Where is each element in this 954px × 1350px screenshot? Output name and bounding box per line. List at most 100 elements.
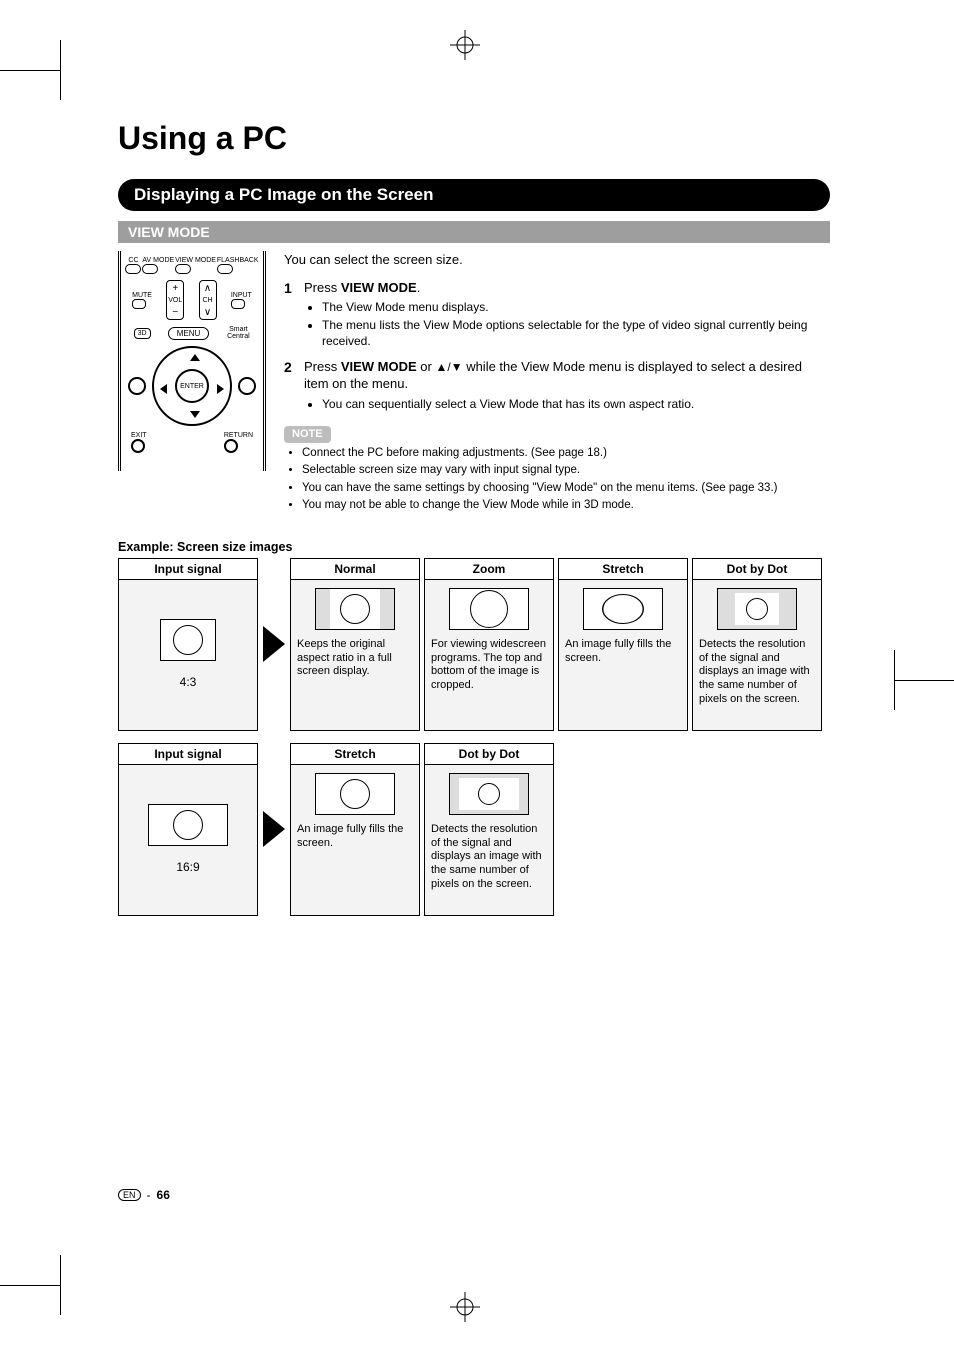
cell-header: Input signal (119, 559, 257, 580)
cell-header: Stretch (291, 744, 419, 765)
step-number: 2 (284, 358, 292, 377)
arrow-up-icon (190, 354, 200, 361)
stretch-screen-icon (583, 588, 663, 630)
note-item: You may not be able to change the View M… (302, 498, 830, 514)
registration-mark-top-icon (450, 30, 480, 60)
input-button-icon (231, 299, 245, 309)
example-title: Example: Screen size images (118, 540, 830, 554)
mute-button-icon (132, 299, 146, 309)
cc-button-icon (125, 264, 141, 274)
viewmode-button-icon (175, 264, 191, 274)
step-text-frag: . (417, 280, 421, 295)
signal-label: 16:9 (176, 860, 199, 874)
crop-mark-icon (0, 70, 60, 71)
remote-label: VIEW MODE (175, 257, 216, 264)
arrow-down-icon (190, 411, 200, 418)
crop-mark-icon (894, 650, 895, 710)
step-number: 1 (284, 279, 292, 298)
remote-label: Smart Central (226, 326, 250, 340)
step-text-frag: Press (304, 280, 341, 295)
remote-label: RETURN (224, 432, 253, 439)
arrow-sep (262, 558, 286, 731)
cell-desc: Keeps the original aspect ratio in a ful… (297, 638, 413, 679)
step-text-bold: VIEW MODE (341, 359, 417, 374)
step-text-frag: or (417, 359, 436, 374)
step-1: 1 Press VIEW MODE. The View Mode menu di… (284, 279, 830, 350)
circle-icon (340, 594, 370, 624)
page-number: 66 (157, 1188, 170, 1202)
smart-ring-icon (238, 377, 256, 395)
screen-43-icon (160, 619, 216, 661)
crop-mark-icon (60, 40, 61, 100)
big-arrow-icon (263, 811, 285, 847)
section-heading: Displaying a PC Image on the Screen (118, 179, 830, 211)
circle-icon (478, 783, 500, 805)
ch-rocker-icon: ∧CH∨ (199, 280, 217, 320)
subsection-heading: VIEW MODE (118, 221, 830, 243)
cell-header: Dot by Dot (425, 744, 553, 765)
vol-rocker-icon: +VOL− (166, 280, 184, 320)
cell-header: Dot by Dot (693, 559, 821, 580)
mode-cell-zoom: Zoom For viewing widescreen programs. Th… (424, 558, 554, 731)
exit-button-icon (131, 439, 145, 453)
step-text-frag: Press (304, 359, 341, 374)
remote-label: VOL (168, 297, 182, 304)
dpad-icon: ENTER (152, 346, 232, 426)
cell-header: Input signal (119, 744, 257, 765)
remote-label: FLASHBACK (217, 257, 259, 264)
menu-button-icon: MENU (168, 327, 210, 340)
registration-mark-bottom-icon (450, 1292, 480, 1322)
step-bullet: The menu lists the View Mode options sel… (322, 317, 830, 349)
example-row-169: Input signal 16:9 Stretch An image fully… (118, 743, 830, 916)
cell-desc: An image fully fills the screen. (297, 823, 413, 851)
mode-cell-dotbydot: Dot by Dot Detects the resolution of the… (424, 743, 554, 916)
note-tag: NOTE (284, 426, 331, 443)
avmode-button-icon (142, 264, 158, 274)
mode-cell-normal: Normal Keeps the original aspect ratio i… (290, 558, 420, 731)
step-2: 2 Press VIEW MODE or ▲/▼ while the View … (284, 358, 830, 412)
ellipse-icon (602, 594, 644, 624)
circle-icon (746, 598, 768, 620)
mode-cell-dotbydot: Dot by Dot Detects the resolution of the… (692, 558, 822, 731)
circle-icon (340, 779, 370, 809)
example-row-43: Input signal 4:3 Normal Keeps the origin… (118, 558, 830, 731)
pillarbox-screen-icon (315, 588, 395, 630)
remote-label: INPUT (231, 292, 252, 299)
remote-label: EXIT (131, 432, 147, 439)
note-item: Selectable screen size may vary with inp… (302, 463, 830, 479)
stretch-screen-icon (315, 773, 395, 815)
three-d-ring-icon (128, 377, 146, 395)
updown-arrows-icon: ▲/▼ (435, 360, 462, 374)
signal-label: 4:3 (180, 675, 197, 689)
cell-header: Stretch (559, 559, 687, 580)
note-item: You can have the same settings by choosi… (302, 481, 830, 497)
dotbydot-screen-icon (717, 588, 797, 630)
crop-mark-icon (60, 1255, 61, 1315)
remote-label: CH (202, 297, 212, 304)
remote-label: CC (125, 257, 141, 264)
flashback-button-icon (217, 264, 233, 274)
arrow-sep (262, 743, 286, 916)
crop-mark-icon (894, 680, 954, 681)
language-badge: EN (118, 1189, 141, 1201)
instructions-column: You can select the screen size. 1 Press … (284, 251, 830, 516)
remote-illustration: CC AV MODE VIEW MODE FLASHBACK MUTE +VOL… (118, 251, 266, 516)
content-area: Using a PC Displaying a PC Image on the … (118, 120, 830, 928)
step-text-bold: VIEW MODE (341, 280, 417, 295)
circle-icon (173, 625, 203, 655)
cell-desc: Detects the resolution of the signal and… (431, 823, 547, 892)
step-bullet: You can sequentially select a View Mode … (322, 396, 830, 412)
cell-desc: Detects the resolution of the signal and… (699, 638, 815, 707)
mode-cell-stretch: Stretch An image fully fills the screen. (290, 743, 420, 916)
input-signal-cell: Input signal 4:3 (118, 558, 258, 731)
cell-desc: An image fully fills the screen. (565, 638, 681, 666)
circle-icon (173, 810, 203, 840)
step-text: Press VIEW MODE or ▲/▼ while the View Mo… (304, 359, 802, 392)
cell-header: Normal (291, 559, 419, 580)
screen-169-icon (148, 804, 228, 846)
big-arrow-icon (263, 626, 285, 662)
input-signal-cell: Input signal 16:9 (118, 743, 258, 916)
zoom-screen-icon (449, 588, 529, 630)
intro-text: You can select the screen size. (284, 251, 830, 269)
circle-icon (470, 590, 508, 628)
